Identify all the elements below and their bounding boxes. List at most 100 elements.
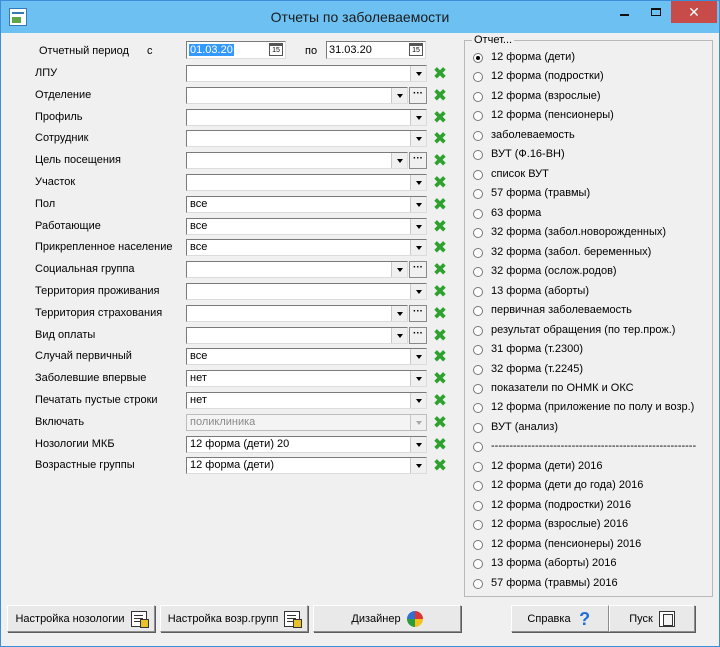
- field-combobox[interactable]: все: [186, 239, 427, 256]
- radio-icon[interactable]: [473, 248, 483, 258]
- radio-icon[interactable]: [473, 287, 483, 297]
- radio-icon[interactable]: [473, 403, 483, 413]
- age-group-settings-button[interactable]: Настройка возр.групп: [160, 605, 308, 632]
- field-combobox[interactable]: 12 форма (дети) 20: [186, 436, 427, 453]
- designer-button[interactable]: Дизайнер: [313, 605, 461, 632]
- help-button[interactable]: Справка ?: [511, 605, 609, 632]
- radio-icon[interactable]: [473, 131, 483, 141]
- radio-icon[interactable]: [473, 150, 483, 160]
- field-combobox[interactable]: 12 форма (дети): [186, 457, 427, 474]
- field-combobox[interactable]: [186, 109, 427, 126]
- chevron-down-icon[interactable]: [410, 371, 426, 386]
- maximize-button[interactable]: [641, 1, 671, 23]
- ellipsis-icon[interactable]: ···: [409, 305, 427, 322]
- ellipsis-icon[interactable]: ···: [409, 87, 427, 104]
- radio-icon[interactable]: [473, 540, 483, 550]
- clear-x-icon[interactable]: ✖: [431, 218, 449, 236]
- clear-x-icon[interactable]: ✖: [431, 457, 449, 475]
- radio-icon[interactable]: [473, 462, 483, 472]
- chevron-down-icon[interactable]: [410, 284, 426, 299]
- radio-icon[interactable]: [473, 267, 483, 277]
- field-combobox[interactable]: [186, 305, 408, 322]
- clear-x-icon[interactable]: ✖: [431, 196, 449, 214]
- clear-x-icon[interactable]: ✖: [431, 239, 449, 257]
- field-combobox[interactable]: [186, 261, 408, 278]
- chevron-down-icon[interactable]: [410, 240, 426, 255]
- chevron-down-icon[interactable]: [410, 458, 426, 473]
- radio-icon[interactable]: [473, 481, 483, 491]
- chevron-down-icon[interactable]: [410, 197, 426, 212]
- clear-x-icon[interactable]: ✖: [431, 414, 449, 432]
- clear-x-icon[interactable]: ✖: [431, 348, 449, 366]
- clear-x-icon[interactable]: ✖: [431, 392, 449, 410]
- radio-icon[interactable]: [473, 228, 483, 238]
- radio-icon[interactable]: [473, 53, 483, 63]
- calendar-icon[interactable]: 15: [269, 43, 283, 56]
- clear-x-icon[interactable]: ✖: [431, 174, 449, 192]
- chevron-down-icon[interactable]: [391, 328, 407, 343]
- field-combobox[interactable]: нет: [186, 370, 427, 387]
- clear-x-icon[interactable]: ✖: [431, 152, 449, 170]
- chevron-down-icon[interactable]: [410, 349, 426, 364]
- field-combobox[interactable]: [186, 327, 408, 344]
- field-combobox[interactable]: [186, 174, 427, 191]
- chevron-down-icon[interactable]: [410, 131, 426, 146]
- radio-icon[interactable]: [473, 72, 483, 82]
- clear-x-icon[interactable]: ✖: [431, 305, 449, 323]
- clear-x-icon[interactable]: ✖: [431, 87, 449, 105]
- radio-icon[interactable]: [473, 423, 483, 433]
- chevron-down-icon[interactable]: [410, 437, 426, 452]
- title-bar[interactable]: Отчеты по заболеваемости ✕: [1, 1, 719, 33]
- run-button[interactable]: Пуск: [609, 605, 695, 632]
- chevron-down-icon[interactable]: [391, 153, 407, 168]
- field-combobox[interactable]: все: [186, 348, 427, 365]
- radio-icon[interactable]: [473, 579, 483, 589]
- nosology-settings-button[interactable]: Настройка нозологии: [7, 605, 155, 632]
- radio-icon[interactable]: [473, 189, 483, 199]
- field-combobox[interactable]: все: [186, 196, 427, 213]
- field-combobox[interactable]: все: [186, 218, 427, 235]
- ellipsis-icon[interactable]: ···: [409, 327, 427, 344]
- ellipsis-icon[interactable]: ···: [409, 152, 427, 169]
- chevron-down-icon[interactable]: [391, 88, 407, 103]
- clear-x-icon[interactable]: ✖: [431, 283, 449, 301]
- field-combobox[interactable]: [186, 152, 408, 169]
- clear-x-icon[interactable]: ✖: [431, 327, 449, 345]
- radio-icon[interactable]: [473, 520, 483, 530]
- radio-icon[interactable]: [473, 559, 483, 569]
- calendar-icon[interactable]: 15: [409, 43, 423, 56]
- radio-icon[interactable]: [473, 306, 483, 316]
- period-to-input[interactable]: 31.03.20 15: [326, 41, 426, 59]
- field-combobox[interactable]: [186, 65, 427, 82]
- radio-icon[interactable]: [473, 209, 483, 219]
- field-combobox[interactable]: [186, 87, 408, 104]
- radio-icon[interactable]: [473, 501, 483, 511]
- radio-icon[interactable]: [473, 326, 483, 336]
- chevron-down-icon[interactable]: [410, 175, 426, 190]
- clear-x-icon[interactable]: ✖: [431, 370, 449, 388]
- chevron-down-icon[interactable]: [391, 262, 407, 277]
- clear-x-icon[interactable]: ✖: [431, 436, 449, 454]
- radio-icon[interactable]: [473, 365, 483, 375]
- clear-x-icon[interactable]: ✖: [431, 261, 449, 279]
- field-combobox[interactable]: нет: [186, 392, 427, 409]
- minimize-button[interactable]: [609, 1, 639, 23]
- chevron-down-icon[interactable]: [410, 110, 426, 125]
- radio-icon[interactable]: [473, 384, 483, 394]
- radio-icon[interactable]: [473, 345, 483, 355]
- clear-x-icon[interactable]: ✖: [431, 65, 449, 83]
- radio-icon[interactable]: [473, 92, 483, 102]
- chevron-down-icon[interactable]: [410, 393, 426, 408]
- clear-x-icon[interactable]: ✖: [431, 109, 449, 127]
- radio-icon[interactable]: [473, 111, 483, 121]
- chevron-down-icon[interactable]: [410, 219, 426, 234]
- radio-icon[interactable]: [473, 442, 483, 452]
- field-combobox[interactable]: [186, 130, 427, 147]
- chevron-down-icon[interactable]: [410, 66, 426, 81]
- field-combobox[interactable]: [186, 283, 427, 300]
- radio-icon[interactable]: [473, 170, 483, 180]
- ellipsis-icon[interactable]: ···: [409, 261, 427, 278]
- close-button[interactable]: ✕: [671, 1, 717, 23]
- period-from-input[interactable]: 01.03.20 15: [186, 41, 286, 59]
- clear-x-icon[interactable]: ✖: [431, 130, 449, 148]
